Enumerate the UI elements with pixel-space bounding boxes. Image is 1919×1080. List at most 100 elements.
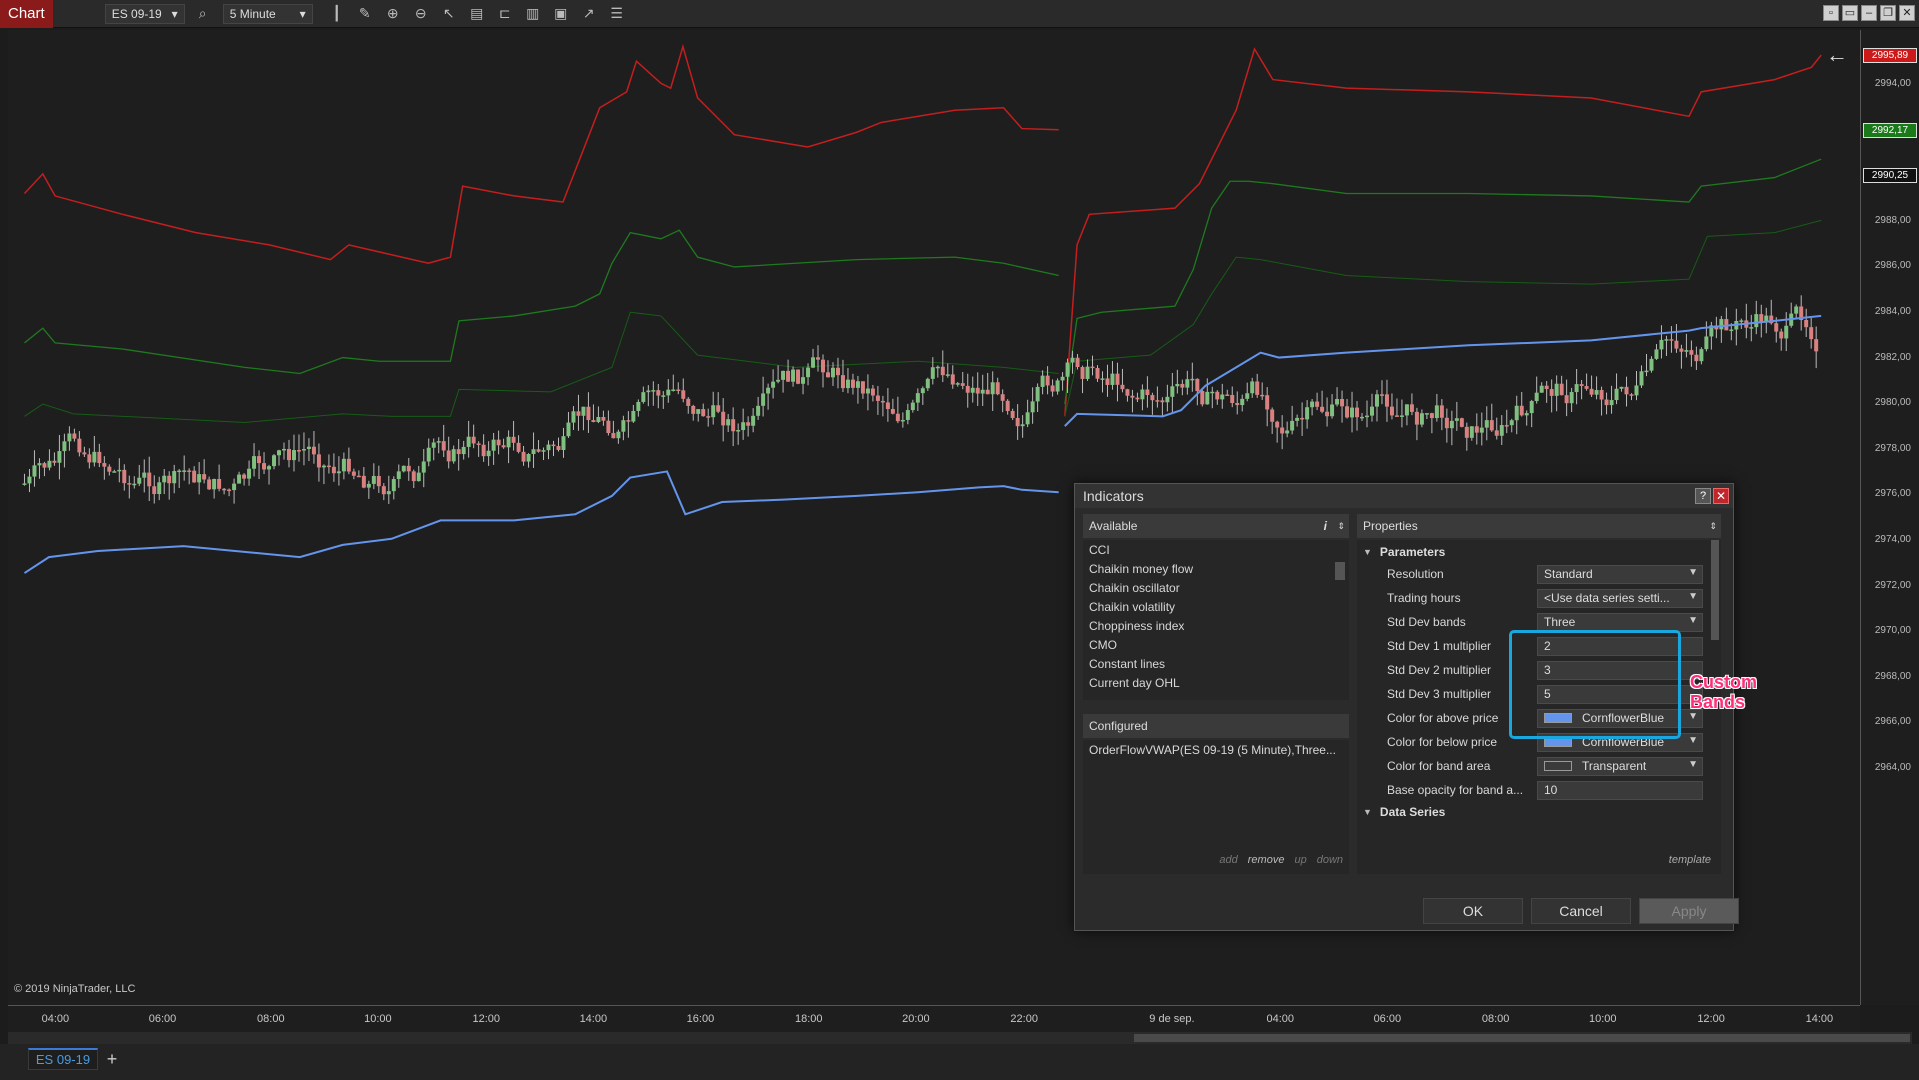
trading-hours-select[interactable]: <Use data series setti... ▼ <box>1537 588 1703 608</box>
candle-body <box>1145 389 1150 396</box>
candle-body <box>935 366 940 369</box>
ok-button[interactable]: OK <box>1423 898 1523 924</box>
time-axis[interactable]: 04:00 06:00 08:00 10:00 12:00 14:00 16:00 18:00… <box>8 1005 1860 1032</box>
candle-body <box>1784 325 1789 339</box>
apply-button[interactable]: Apply <box>1639 898 1739 924</box>
restore-icon[interactable]: ❐ <box>1880 5 1896 21</box>
list-item[interactable]: Constant lines <box>1083 654 1349 673</box>
zoom-out-icon[interactable]: ⊖ <box>409 3 433 25</box>
list-scrollbar[interactable] <box>1335 562 1345 580</box>
chevron-down-icon: ▼ <box>1688 614 1698 626</box>
price-label: 2970,00 <box>1874 625 1911 637</box>
list-item[interactable]: Chaikin oscillator <box>1083 578 1349 597</box>
candle-body <box>761 393 766 406</box>
candle-body <box>346 458 351 472</box>
down-link[interactable]: down <box>1317 854 1343 866</box>
list-item[interactable]: Chaikin money flow <box>1083 559 1349 578</box>
candle-body <box>850 379 855 388</box>
properties-icon[interactable]: ☰ <box>605 3 629 25</box>
close-icon[interactable]: ✕ <box>1899 5 1915 21</box>
candle-body <box>1559 383 1564 396</box>
tab-es-09-19[interactable]: ES 09-19 <box>28 1048 98 1070</box>
candle-body <box>27 476 32 484</box>
info-icon[interactable]: i <box>1324 519 1327 533</box>
time-label: 12:00 <box>1697 1013 1725 1025</box>
back-arrow-icon[interactable]: ← <box>1826 42 1848 68</box>
add-tab-icon[interactable]: + <box>102 1048 122 1070</box>
candle-body <box>326 465 331 468</box>
add-link[interactable]: add <box>1219 854 1237 866</box>
sort-icon[interactable]: ⇕ <box>1337 521 1345 532</box>
pencil-icon[interactable]: ✎ <box>353 3 377 25</box>
candle-body <box>521 451 526 462</box>
candle-body <box>671 389 676 391</box>
remove-link[interactable]: remove <box>1248 854 1285 866</box>
resolution-select[interactable]: Standard ▼ <box>1537 564 1703 584</box>
configured-list[interactable]: OrderFlowVWAP(ES 09-19 (5 Minute),Three.… <box>1083 740 1349 874</box>
list-item[interactable]: CCI <box>1083 540 1349 559</box>
collapse-caret-icon[interactable]: ▼ <box>1363 807 1372 817</box>
candle-body <box>1185 379 1190 388</box>
configured-item[interactable]: OrderFlowVWAP(ES 09-19 (5 Minute),Three.… <box>1083 740 1349 760</box>
candle-body <box>1749 327 1754 329</box>
cancel-button[interactable]: Cancel <box>1531 898 1631 924</box>
cursor-icon[interactable]: ↖ <box>437 3 461 25</box>
list-item[interactable]: Choppiness index <box>1083 616 1349 635</box>
scrollbar-thumb[interactable] <box>1134 1034 1910 1042</box>
candle-body <box>1504 425 1509 427</box>
help-button[interactable]: ? <box>1695 488 1711 504</box>
candle-body <box>855 381 860 388</box>
template-link[interactable]: template <box>1669 854 1711 866</box>
candle-body <box>1404 404 1409 416</box>
candle-body <box>1335 398 1340 405</box>
tile-icon[interactable]: ▫ <box>1823 5 1839 21</box>
bars-icon[interactable]: ┃ <box>325 3 349 25</box>
layout-icon[interactable]: ▭ <box>1842 5 1858 21</box>
minimize-icon[interactable]: – <box>1861 5 1877 21</box>
std-dev-bands-select[interactable]: Three ▼ <box>1537 612 1703 632</box>
strategies-icon[interactable]: ▣ <box>549 3 573 25</box>
base-opacity-input[interactable]: 10 <box>1537 780 1703 800</box>
candle-body <box>286 448 291 461</box>
candle-body <box>1484 420 1489 428</box>
candle-body <box>1419 413 1424 425</box>
chart-tab[interactable]: Chart <box>0 0 53 28</box>
candle-body <box>1225 394 1230 396</box>
candle-body <box>975 387 980 394</box>
collapse-caret-icon[interactable]: ▼ <box>1363 547 1372 557</box>
parameters-section[interactable]: ▼ Parameters <box>1357 542 1721 562</box>
instrument-selector[interactable]: ES 09-19 ▾ <box>104 3 185 24</box>
candle-body <box>267 466 272 470</box>
band-area-color-select[interactable]: Transparent ▼ <box>1537 756 1703 776</box>
drawing-tools-icon[interactable]: ↗ <box>577 3 601 25</box>
candle-body <box>107 466 112 472</box>
price-axis[interactable]: 2994,002992,002990,002988,002986,002984,… <box>1860 30 1919 1005</box>
highlight-box <box>1509 630 1681 739</box>
price-label: 2984,00 <box>1874 306 1911 317</box>
zoom-in-icon[interactable]: ⊕ <box>381 3 405 25</box>
list-item[interactable]: Chaikin volatility <box>1083 597 1349 616</box>
indicators-icon[interactable]: ▥ <box>521 3 545 25</box>
up-link[interactable]: up <box>1294 854 1306 866</box>
interval-selector[interactable]: 5 Minute ▾ <box>222 3 313 24</box>
sort-icon[interactable]: ⇕ <box>1709 521 1717 532</box>
list-item[interactable]: CMO <box>1083 635 1349 654</box>
properties-scrollbar[interactable] <box>1711 540 1719 640</box>
search-icon[interactable]: ⌕ <box>191 3 215 25</box>
candle-body <box>1494 430 1499 436</box>
candle-body <box>965 385 970 393</box>
available-list[interactable]: CCI Chaikin money flow Chaikin oscillato… <box>1083 540 1349 700</box>
close-button[interactable]: ✕ <box>1713 488 1729 504</box>
candle-body <box>1474 426 1479 433</box>
candle-body <box>491 439 496 451</box>
window-linking-icon[interactable]: ⊏ <box>493 3 517 25</box>
data-box-icon[interactable]: ▤ <box>465 3 489 25</box>
list-item[interactable]: Current day OHL <box>1083 673 1349 692</box>
candle-body <box>721 411 726 426</box>
indicator-line <box>24 311 1059 423</box>
candle-body <box>621 420 626 432</box>
candle-body <box>481 444 486 457</box>
data-series-section[interactable]: ▼ Data Series <box>1357 802 1721 822</box>
candle-body <box>686 398 691 406</box>
horizontal-scrollbar[interactable] <box>8 1032 1912 1044</box>
